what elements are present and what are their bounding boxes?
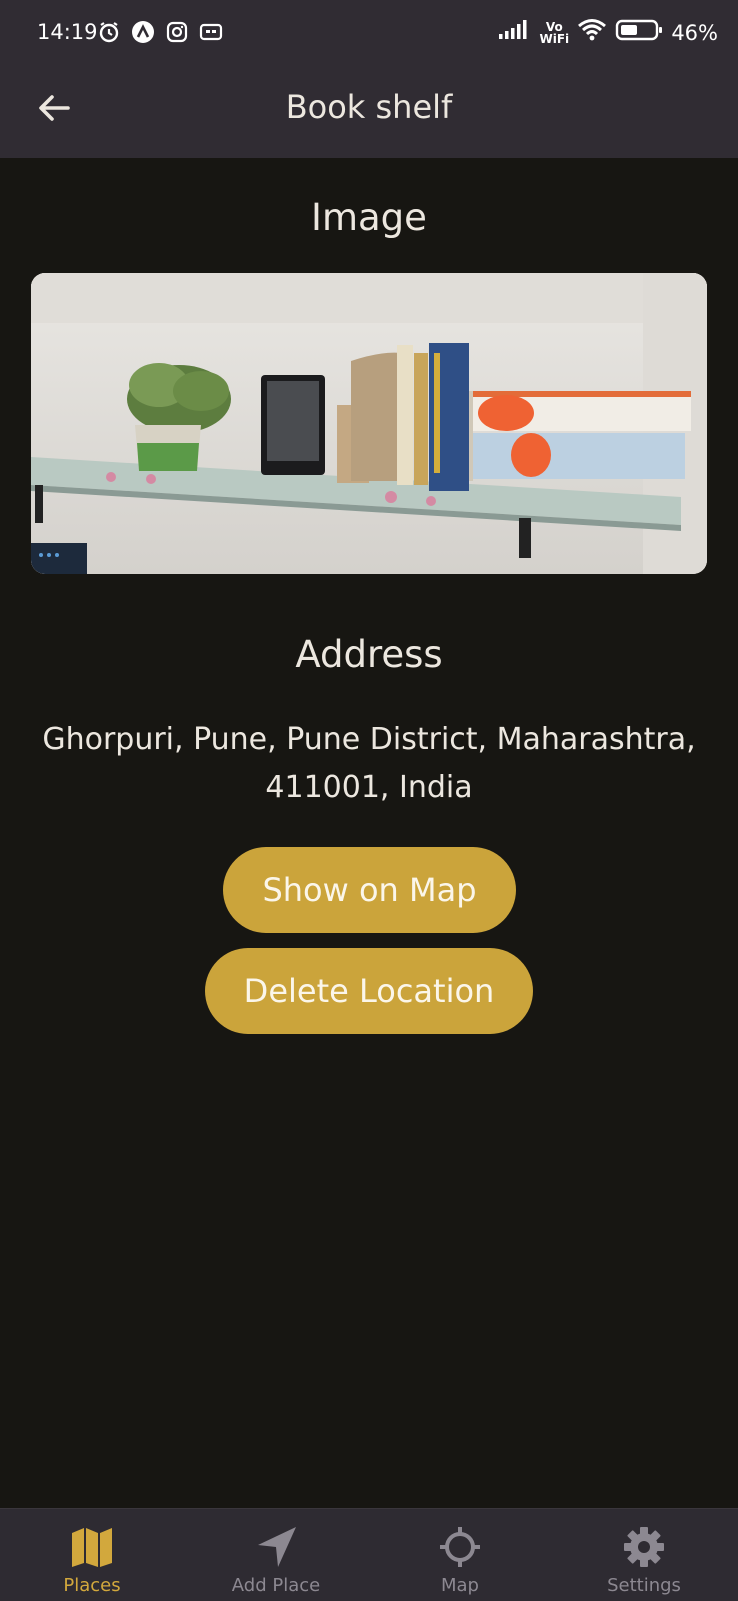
nav-item-add-place[interactable]: Add Place — [184, 1509, 368, 1601]
nav-label-settings: Settings — [607, 1575, 681, 1596]
map-icon — [68, 1523, 116, 1571]
status-right-icons: Vo WiFi 46% — [497, 18, 718, 47]
app-bar: Book shelf — [0, 66, 738, 158]
battery-percent: 46% — [671, 20, 718, 45]
image-heading: Image — [311, 196, 427, 239]
nav-item-places[interactable]: Places — [0, 1509, 184, 1601]
status-left-icons — [97, 20, 223, 44]
page-title: Book shelf — [285, 88, 453, 126]
battery-icon — [615, 18, 663, 47]
address-value: Ghorpuri, Pune, Pune District, Maharasht… — [42, 722, 696, 805]
nav-label-places: Places — [63, 1575, 121, 1596]
address-heading: Address — [295, 633, 443, 676]
bottom-navigation: Places Add Place Map Settings — [0, 1508, 738, 1601]
delete-location-button[interactable]: Delete Location — [205, 948, 533, 1034]
navigation-arrow-icon — [252, 1523, 300, 1571]
nav-item-map[interactable]: Map — [368, 1509, 552, 1601]
nav-label-add-place: Add Place — [231, 1575, 321, 1596]
show-on-map-button[interactable]: Show on Map — [223, 847, 516, 933]
nav-item-settings[interactable]: Settings — [552, 1509, 736, 1601]
status-time: 14:19 — [37, 20, 98, 44]
vowifi-icon: Vo WiFi — [539, 19, 570, 46]
alarm-icon — [97, 20, 121, 44]
status-bar: 14:19 Vo WiFi 46% — [0, 0, 738, 66]
place-photo — [31, 273, 707, 574]
wifi-icon — [577, 18, 607, 47]
app-a-icon — [131, 20, 155, 44]
instagram-icon — [165, 20, 189, 44]
cast-icon — [199, 20, 223, 44]
nav-label-map: Map — [441, 1575, 479, 1596]
gear-icon — [620, 1523, 668, 1571]
signal-icon — [497, 19, 531, 46]
location-target-icon — [436, 1523, 484, 1571]
